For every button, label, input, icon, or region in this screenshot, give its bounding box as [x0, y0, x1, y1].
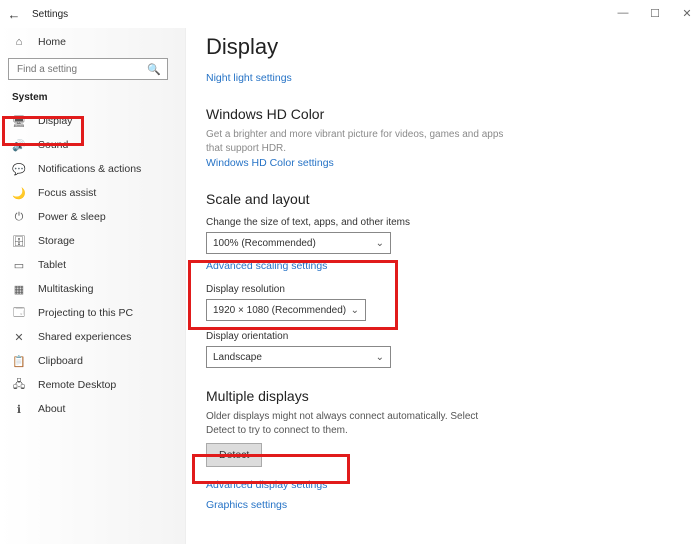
window-title: Settings	[32, 9, 68, 20]
hd-color-link[interactable]: Windows HD Color settings	[206, 157, 334, 169]
detect-button[interactable]: Detect	[206, 443, 262, 467]
sidebar-item-label: Notifications & actions	[38, 163, 141, 175]
sidebar-item-label: Clipboard	[38, 355, 83, 367]
sidebar-item-label: Tablet	[38, 259, 66, 271]
sidebar-item-label: Shared experiences	[38, 331, 131, 343]
projecting-icon: 🗔	[12, 304, 26, 323]
sidebar-item-label: Sound	[38, 139, 68, 151]
multi-displays-desc: Older displays might not always connect …	[206, 410, 506, 437]
sidebar-item-notifications[interactable]: 💬 Notifications & actions	[0, 157, 185, 181]
sidebar-item-label: About	[38, 403, 65, 415]
adv-display-link[interactable]: Advanced display settings	[206, 479, 327, 491]
remote-icon: 🖧	[12, 376, 26, 395]
hd-color-head: Windows HD Color	[206, 106, 700, 122]
text-size-label: Change the size of text, apps, and other…	[206, 217, 700, 228]
sidebar-item-display[interactable]: 🖥 Display	[0, 109, 185, 133]
chevron-down-icon: ⌄	[376, 352, 384, 363]
orientation-dropdown[interactable]: Landscape ⌄	[206, 346, 391, 368]
sidebar-item-label: Remote Desktop	[38, 379, 116, 391]
resolution-label: Display resolution	[206, 284, 700, 295]
back-icon: ←	[8, 7, 21, 22]
back-button[interactable]: ←	[0, 0, 28, 28]
sidebar-item-focus-assist[interactable]: 🌙 Focus assist	[0, 181, 185, 205]
scale-head: Scale and layout	[206, 191, 700, 207]
chevron-down-icon: ⌄	[351, 305, 359, 316]
focus-icon: 🌙	[12, 187, 26, 200]
settings-window: ← Settings — ☐ ✕ ⌂ Home 🔍 System 🖥 Disp	[0, 0, 700, 544]
display-icon: 🖥	[12, 115, 26, 128]
search-box[interactable]: 🔍	[8, 58, 168, 80]
maximize-button[interactable]: ☐	[646, 4, 664, 22]
window-controls: — ☐ ✕	[614, 4, 696, 22]
home-icon: ⌂	[12, 36, 26, 48]
adv-scaling-link[interactable]: Advanced scaling settings	[206, 260, 327, 272]
sound-icon: 🔊	[12, 139, 26, 152]
resolution-dropdown[interactable]: 1920 × 1080 (Recommended) ⌄	[206, 299, 366, 321]
sidebar-item-label: Display	[38, 115, 72, 127]
sidebar-item-tablet[interactable]: ▭ Tablet	[0, 253, 185, 277]
sidebar-item-projecting[interactable]: 🗔 Projecting to this PC	[0, 301, 185, 325]
tablet-icon: ▭	[12, 259, 26, 272]
multitasking-icon: ▦	[12, 283, 26, 296]
search-wrap: 🔍	[0, 54, 185, 88]
graphics-settings-link[interactable]: Graphics settings	[206, 499, 287, 511]
home-label: Home	[38, 36, 66, 48]
minimize-button[interactable]: —	[614, 4, 632, 22]
orientation-value: Landscape	[213, 352, 262, 363]
sidebar-item-about[interactable]: ℹ About	[0, 397, 185, 421]
shared-icon: ✕	[12, 331, 26, 344]
sidebar-item-remote-desktop[interactable]: 🖧 Remote Desktop	[0, 373, 185, 397]
resolution-value: 1920 × 1080 (Recommended)	[213, 305, 346, 316]
search-input[interactable]	[15, 63, 139, 76]
sidebar-item-label: Focus assist	[38, 187, 96, 199]
text-size-value: 100% (Recommended)	[213, 238, 316, 249]
sidebar: ⌂ Home 🔍 System 🖥 Display 🔊 Sound 💬	[0, 28, 186, 544]
sidebar-item-label: Projecting to this PC	[38, 307, 133, 319]
sidebar-item-multitasking[interactable]: ▦ Multitasking	[0, 277, 185, 301]
text-size-dropdown[interactable]: 100% (Recommended) ⌄	[206, 232, 391, 254]
home-nav[interactable]: ⌂ Home	[0, 30, 185, 54]
power-icon: ⏻	[12, 211, 26, 224]
orientation-label: Display orientation	[206, 331, 700, 342]
sidebar-item-label: Power & sleep	[38, 211, 106, 223]
content: Display Night light settings Windows HD …	[186, 28, 700, 544]
notifications-icon: 💬	[12, 163, 26, 176]
page-title: Display	[206, 34, 700, 60]
chevron-down-icon: ⌄	[376, 238, 384, 249]
multi-displays-head: Multiple displays	[206, 388, 700, 404]
sidebar-item-clipboard[interactable]: 📋 Clipboard	[0, 349, 185, 373]
sidebar-item-sound[interactable]: 🔊 Sound	[0, 133, 185, 157]
titlebar: ← Settings	[0, 0, 700, 28]
sidebar-item-power[interactable]: ⏻ Power & sleep	[0, 205, 185, 229]
sidebar-item-shared[interactable]: ✕ Shared experiences	[0, 325, 185, 349]
sidebar-item-label: Multitasking	[38, 283, 93, 295]
close-button[interactable]: ✕	[678, 4, 696, 22]
hd-color-desc: Get a brighter and more vibrant picture …	[206, 128, 506, 155]
about-icon: ℹ	[12, 403, 26, 416]
clipboard-icon: 📋	[12, 355, 26, 368]
sidebar-item-label: Storage	[38, 235, 75, 247]
sidebar-item-storage[interactable]: 🗄 Storage	[0, 229, 185, 253]
sidebar-section-system: System	[0, 88, 185, 109]
night-light-link[interactable]: Night light settings	[206, 72, 292, 84]
storage-icon: 🗄	[12, 235, 26, 248]
search-icon: 🔍	[147, 63, 161, 76]
